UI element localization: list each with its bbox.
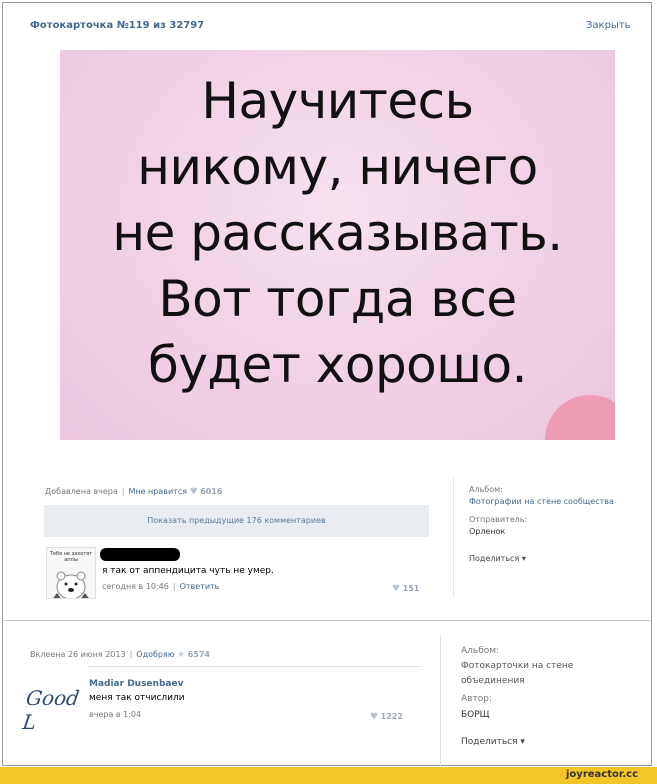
- heart-icon: ♥: [189, 487, 198, 497]
- censored-username: [100, 548, 180, 561]
- avatar-caption: Тебя не захотят аппы: [49, 551, 93, 563]
- comment1-likes-count: 151: [402, 584, 420, 593]
- comment2-time: вчера в 1:04: [89, 710, 142, 719]
- author-name-link[interactable]: Madiar Dusenbaev: [89, 679, 183, 689]
- heart-icon: ♥: [392, 584, 401, 594]
- sender-link[interactable]: Орленок: [469, 526, 619, 538]
- comment2-text: меня так отчислили: [89, 693, 185, 703]
- comment1-text: я так от аппендицита чуть не умер.: [102, 566, 274, 576]
- photo-line-2: никому, ничего: [137, 138, 538, 196]
- share-button-1[interactable]: Поделиться ▾: [469, 553, 619, 565]
- post2-added: Вклеена 26 июня 2013: [30, 650, 126, 659]
- right-column-divider: [453, 478, 454, 598]
- album-label-2: Альбом:: [461, 646, 500, 656]
- star-icon: ★: [177, 650, 186, 660]
- watermark-bar: [0, 767, 657, 784]
- chevron-down-icon: ▾: [521, 554, 526, 563]
- post2-comment-divider: [88, 666, 422, 667]
- sender-label: Отправитель:: [469, 515, 528, 524]
- photo-line-5: будет хорошо.: [147, 336, 528, 394]
- post1-like-button[interactable]: Мне нравится: [128, 487, 187, 496]
- comment2-likes-count: 1222: [380, 712, 403, 721]
- heart-icon: ♥: [370, 712, 379, 722]
- section-divider: [4, 620, 650, 621]
- commenter-avatar-2[interactable]: Good L: [21, 686, 88, 734]
- photo-line-3: не рассказывать.: [112, 204, 563, 262]
- right-column-divider-2: [440, 636, 441, 766]
- show-previous-comments-button[interactable]: Показать предыдущие 176 комментариев: [44, 505, 429, 537]
- post2-info: Альбом: Фотокарточки на стене объединени…: [461, 643, 621, 750]
- share-label-2: Поделиться: [461, 737, 518, 747]
- post1-info: Альбом: Фотографии на стене сообщества О…: [469, 484, 619, 565]
- commenter-name-2[interactable]: Madiar Dusenbaev: [89, 679, 183, 689]
- share-label-1: Поделиться: [469, 554, 520, 563]
- photo-caption-text: Научитесь никому, ничего не рассказывать…: [60, 68, 615, 398]
- decorative-pink-circle: [545, 395, 615, 440]
- commenter-avatar[interactable]: Тебя не захотят аппы: [46, 547, 96, 599]
- author-label: Автор:: [461, 694, 492, 704]
- album-link[interactable]: Фотографии на стене сообщества: [469, 496, 619, 508]
- watermark-site: joyreactor.cc: [566, 769, 639, 780]
- share-button-2[interactable]: Поделиться ▾: [461, 734, 621, 750]
- photo-image[interactable]: Научитесь никому, ничего не рассказывать…: [60, 50, 615, 440]
- post2-stats: Вклеена 26 июня 2013 | Одобряю ★ 6574: [30, 650, 210, 660]
- approve-button[interactable]: Одобряю: [136, 650, 174, 659]
- album-link-2[interactable]: Фотокарточки на стене объединения: [461, 659, 621, 689]
- chevron-down-icon: ▾: [520, 737, 525, 747]
- comment1-time: сегодня в 10:46: [102, 582, 169, 591]
- post1-likes-count: 6016: [200, 487, 223, 496]
- album-label: Альбом:: [469, 485, 503, 494]
- post1-added: Добавлена вчера: [45, 487, 118, 496]
- reply-button[interactable]: Ответить: [180, 582, 220, 591]
- comment2-likes[interactable]: ♥ 1222: [370, 712, 403, 722]
- comment1-meta: сегодня в 10:46 | Ответить: [102, 582, 220, 591]
- polar-bear-icon: [53, 571, 89, 598]
- photo-line-4: Вот тогда все: [158, 270, 517, 328]
- photo-line-1: Научитесь: [201, 72, 474, 130]
- approve-count: 6574: [187, 650, 210, 659]
- comment1-likes[interactable]: ♥ 151: [392, 584, 419, 594]
- post1-stats: Добавлена вчера | Мне нравится ♥ 6016: [45, 487, 223, 497]
- photo-counter-title: Фотокарточка №119 из 32797: [30, 20, 205, 31]
- author-link[interactable]: БОРЩ: [461, 707, 621, 723]
- close-link[interactable]: Закрыть: [586, 20, 631, 31]
